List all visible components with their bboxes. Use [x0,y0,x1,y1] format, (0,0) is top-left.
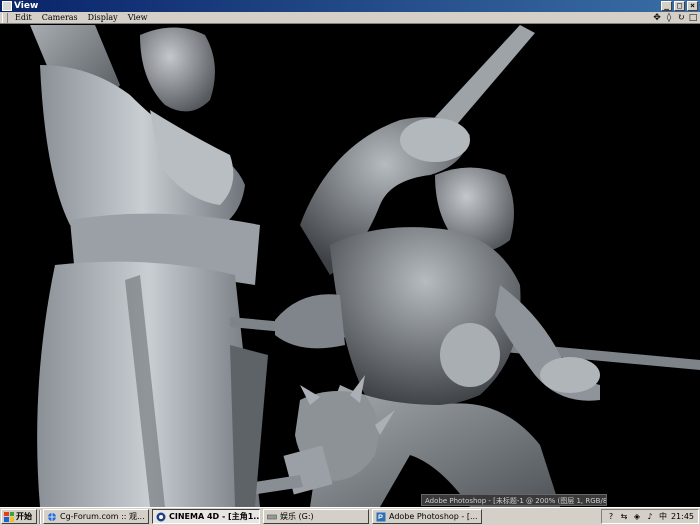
drive-icon [267,514,277,519]
network-icon[interactable]: ⇆ [619,512,629,522]
viewport-nav-icons: ✥ ◊ ↻ □ [652,13,700,23]
menu-cameras[interactable]: Cameras [37,13,83,22]
render-image [0,25,700,507]
zoom-icon[interactable]: ◊ [664,13,674,23]
menu-display[interactable]: Display [83,13,123,22]
menu-edit[interactable]: Edit [10,13,37,22]
window-title: View [14,1,39,11]
task-photoshop[interactable]: Adobe Photoshop - [... [372,509,482,524]
task-drive[interactable]: 娱乐 (G:) [263,509,369,524]
volume-icon[interactable]: ♪ [645,512,655,522]
task-label: 娱乐 (G:) [280,512,314,521]
window-controls: _ □ × [661,1,700,11]
task-browser[interactable]: Cg-Forum.com :: 观... [43,509,149,524]
windows-flag-icon [4,511,14,522]
close-button[interactable]: × [687,1,698,11]
move-icon[interactable]: ✥ [652,13,662,23]
taskbar-separator [39,509,41,524]
antivirus-icon[interactable]: ◈ [632,512,642,522]
menu-grip [2,12,8,23]
restore-button[interactable]: □ [674,1,685,11]
ime-icon[interactable]: 中 [658,512,668,522]
window-title-bar[interactable]: View _ □ × [0,0,700,12]
rotate-icon[interactable]: ↻ [676,13,686,23]
task-label: Cg-Forum.com :: 观... [60,512,145,521]
task-label: Adobe Photoshop - [... [389,512,478,521]
minimize-button[interactable]: _ [661,1,672,11]
system-tray: ? ⇆ ◈ ♪ 中 21:45 [600,509,699,524]
start-label: 开始 [16,512,32,521]
menu-bar: Edit Cameras Display View ✥ ◊ ↻ □ [0,12,700,24]
taskbar: 开始 Cg-Forum.com :: 观... CINEMA 4D - [主角1… [0,507,700,525]
menu-view[interactable]: View [123,13,153,22]
photoshop-status-label: Adobe Photoshop - [未标题-1 @ 200% (图层 1, R… [421,494,607,506]
clock[interactable]: 21:45 [671,512,694,521]
app-icon [2,1,12,11]
browser-icon [48,512,56,521]
task-cinema4d[interactable]: CINEMA 4D - [主角1.... [152,509,260,524]
cinema4d-icon [156,512,166,521]
photoshop-icon [376,512,386,521]
render-viewport[interactable] [0,25,700,507]
start-button[interactable]: 开始 [1,509,37,524]
maximize-icon[interactable]: □ [688,13,698,23]
help-icon[interactable]: ? [606,512,616,522]
task-label: CINEMA 4D - [主角1.... [169,512,260,521]
